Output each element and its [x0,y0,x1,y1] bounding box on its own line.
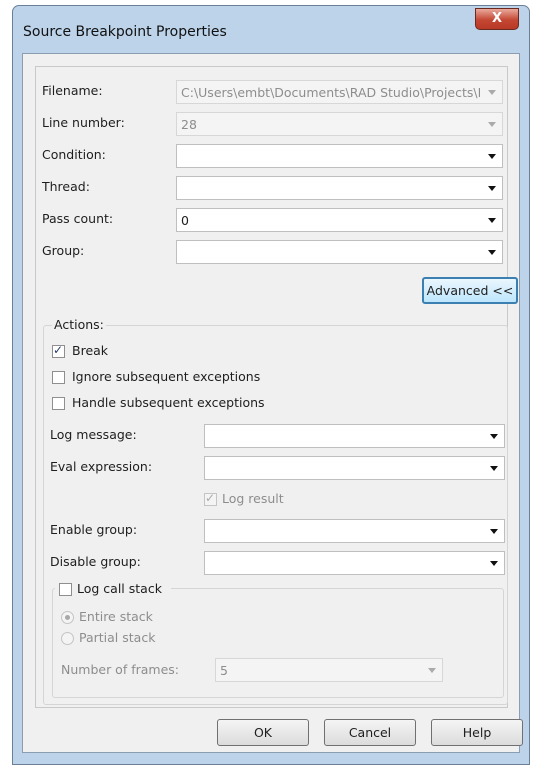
pass-count-combo[interactable]: 0 [176,208,503,232]
break-label[interactable]: Break [72,343,108,358]
eval-expression-label: Eval expression: [50,459,153,474]
group-label: Group: [42,243,85,258]
close-button[interactable]: X [475,8,519,30]
handle-exceptions-checkbox[interactable] [52,397,65,410]
log-message-label: Log message: [50,427,137,442]
break-checkbox[interactable] [52,343,65,358]
chevron-down-icon[interactable] [488,218,496,223]
chevron-down-icon[interactable] [490,434,498,439]
log-message-combo[interactable] [204,424,505,448]
chevron-down-icon [488,90,496,95]
entire-stack-label: Entire stack [79,609,153,624]
group-combo[interactable] [176,240,503,264]
enable-group-label: Enable group: [50,522,138,537]
help-button[interactable]: Help [431,719,523,746]
condition-combo[interactable] [176,144,503,168]
actions-caption: Actions: [52,317,106,332]
chevron-down-icon[interactable] [490,529,498,534]
cancel-button[interactable]: Cancel [324,719,416,746]
filename-combo: C:\Users\embt\Documents\RAD Studio\Proje… [176,80,503,104]
chevron-down-icon [428,668,436,673]
chevron-down-icon[interactable] [488,250,496,255]
log-result-label: Log result [222,491,284,506]
ok-button[interactable]: OK [217,719,309,746]
handle-exceptions-label[interactable]: Handle subsequent exceptions [72,395,265,410]
dialog-window: Source Breakpoint Properties X Filename:… [12,5,530,765]
pass-count-value: 0 [181,213,189,228]
thread-label: Thread: [42,179,90,194]
eval-expression-combo[interactable] [204,456,505,480]
partial-stack-radio [61,632,74,645]
chevron-down-icon[interactable] [488,186,496,191]
disable-group-label: Disable group: [50,554,141,569]
log-result-checkbox [204,491,217,506]
line-number-value: 28 [181,117,197,132]
chevron-down-icon [488,122,496,127]
thread-combo[interactable] [176,176,503,200]
dialog-client-area: Filename: C:\Users\embt\Documents\RAD St… [22,53,523,753]
number-of-frames-label: Number of frames: [61,662,179,677]
actions-group: Actions: Break Ignore subsequent excepti… [43,317,508,705]
disable-group-combo[interactable] [204,551,505,575]
line-number-combo: 28 [176,112,503,136]
chevron-down-icon[interactable] [490,561,498,566]
advanced-button[interactable]: Advanced << [422,277,518,304]
ignore-exceptions-label[interactable]: Ignore subsequent exceptions [72,369,260,384]
chevron-down-icon[interactable] [488,154,496,159]
chevron-down-icon[interactable] [490,466,498,471]
number-of-frames-value: 5 [220,663,228,678]
filename-label: Filename: [42,83,103,98]
filename-value: C:\Users\embt\Documents\RAD Studio\Proje… [181,85,480,100]
log-call-stack-group: Log call stack Entire stack Partial stac… [52,579,504,698]
enable-group-combo[interactable] [204,519,505,543]
partial-stack-label: Partial stack [79,630,156,645]
close-icon: X [491,11,503,26]
condition-label: Condition: [42,147,106,162]
line-number-label: Line number: [42,115,125,130]
log-call-stack-checkbox[interactable] [59,583,72,596]
number-of-frames-combo: 5 [215,658,443,682]
log-call-stack-label[interactable]: Log call stack [77,581,162,596]
window-title: Source Breakpoint Properties [23,24,227,40]
properties-panel: Filename: C:\Users\embt\Documents\RAD St… [35,66,518,708]
ignore-exceptions-checkbox[interactable] [52,371,65,384]
pass-count-label: Pass count: [42,211,114,226]
entire-stack-radio [61,611,74,624]
